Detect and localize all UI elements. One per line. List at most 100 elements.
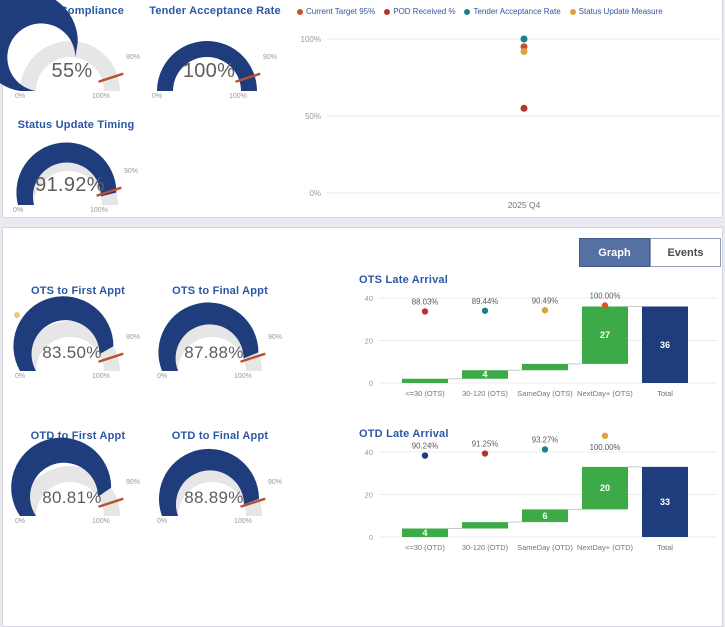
waterfall-plot-area: OTS Late Arrival02040<=30 (OTS)430-120 (… [353,270,723,416]
gauge-value: 91.92% [14,174,126,197]
y-axis-tick: 20 [365,337,373,346]
x-axis-category: <=30 (OTD) [405,543,446,552]
percentage-marker[interactable] [422,308,428,314]
gauge-pod-compliance[interactable]: POD Compliance 55% 0% 100% 90% [8,3,148,111]
gauge-ots-to-first-appt[interactable]: OTS to First Appt 83.50% 0% 100% 90% [8,283,148,391]
late-arrival-card: Graph Events OTS to First Appt 83.50% 0%… [2,227,723,627]
percentage-marker[interactable] [482,450,488,456]
x-axis-category: NextDay+ (OTS) [577,389,633,398]
gauge-max-label: 100% [234,373,252,380]
bar-value-label: 4 [422,528,427,538]
scatter-point[interactable] [521,105,528,112]
gauge-max-label: 100% [229,93,247,100]
chart-title: OTS Late Arrival [359,274,448,286]
chart-title: OTD Late Arrival [359,428,449,440]
gauge-otd-to-final-appt[interactable]: OTD to Final Appt 88.89% 0% 100% 90% [150,428,290,536]
legend-item[interactable]: POD Received % [384,7,455,16]
legend-label: Current Target 95% [306,7,375,16]
waterfall-bar[interactable] [402,379,448,383]
gauge-max-label: 100% [92,93,110,100]
y-axis-tick: 0 [369,379,373,388]
scatter-plot-area: 0%50%100%2025 Q4 [291,17,725,213]
y-axis-tick: 20 [365,491,373,500]
percentage-marker[interactable] [422,452,428,458]
percentage-label: 91.25% [472,440,499,449]
percentage-marker[interactable] [542,446,548,452]
gauge-target-label: 90% [126,479,140,486]
percentage-label: 100.00% [590,443,621,452]
gauge-min-label: 0% [157,373,167,380]
gauge-title: OTS to Final Appt [140,285,300,297]
gauge-target-label: 90% [263,54,277,61]
gauge-status-update-timing[interactable]: Status Update Timing 91.92% 0% 100% 90% [6,117,146,225]
legend-label: POD Received % [393,7,455,16]
y-axis-tick: 40 [365,294,373,303]
bar-value-label: 27 [600,330,610,340]
y-axis-tick: 100% [301,35,321,44]
scatter-point[interactable] [521,48,528,55]
gauge-min-label: 0% [15,373,25,380]
kpi-trend-scatter-chart[interactable]: Current Target 95% POD Received % Tender A… [291,3,725,215]
view-tabs: Graph Events [579,238,721,267]
legend-label: Status Update Measure [579,7,663,16]
legend-item[interactable]: Status Update Measure [570,7,663,16]
gauge-max-label: 100% [90,207,108,214]
percentage-label: 93.27% [532,435,559,444]
bar-value-label: 36 [660,340,670,350]
legend-item[interactable]: Tender Acceptance Rate [464,7,560,16]
waterfall-bar[interactable] [522,364,568,370]
bar-value-label: 6 [542,511,547,521]
chart-legend: Current Target 95% POD Received % Tender A… [297,7,663,16]
gauge-ots-to-final-appt[interactable]: OTS to Final Appt 87.88% 0% 100% 90% [150,283,290,391]
legend-dot-icon [297,9,303,15]
percentage-label: 90.49% [532,296,559,305]
legend-dot-icon [384,9,390,15]
percentage-marker[interactable] [482,308,488,314]
gauge-max-label: 100% [234,518,252,525]
gauge-target-label: 90% [126,334,140,341]
waterfall-bar[interactable] [462,522,508,528]
y-axis-tick: 40 [365,448,373,457]
percentage-label: 100.00% [590,292,621,301]
x-axis-category: SameDay (OTD) [517,543,573,552]
gauge-title: OTS to First Appt [0,285,158,297]
gauge-target-label: 90% [126,54,140,61]
gauge-title: OTD to First Appt [0,430,158,442]
x-axis-category: 30-120 (OTD) [462,543,509,552]
percentage-marker[interactable] [542,307,548,313]
y-axis-tick: 0% [309,189,321,198]
gauge-otd-to-first-appt[interactable]: OTD to First Appt 80.81% 0% 100% 90% [8,428,148,536]
gauge-value: 83.50% [16,343,128,363]
x-axis-category: NextDay+ (OTD) [577,543,634,552]
gauge-value: 87.88% [158,343,270,363]
percentage-marker[interactable] [602,433,608,439]
gauge-tender-acceptance-rate[interactable]: Tender Acceptance Rate 100% 0% 100% 90% [145,3,285,111]
percentage-marker[interactable] [602,302,608,308]
legend-label: Tender Acceptance Rate [473,7,560,16]
gauge-min-label: 0% [13,207,23,214]
gauge-title: OTD to Final Appt [140,430,300,442]
legend-dot-icon [570,9,576,15]
gauge-value: 80.81% [16,488,128,508]
otd-late-arrival-chart[interactable]: OTD Late Arrival 0 20 40 4 <=30 (OTD) 30-120 (… [353,424,723,570]
bar-value-label: 4 [482,370,487,380]
gauge-min-label: 0% [157,518,167,525]
waterfall-plot-area: OTD Late Arrival 0 20 40 4 <=30 (OTD) 30-120 (… [353,424,723,570]
gauge-target-label: 90% [124,168,138,175]
kpi-summary-card: POD Compliance 55% 0% 100% 90% Tender Ac… [2,0,723,218]
gauge-value: 55% [16,60,128,83]
x-axis-category: 30-120 (OTS) [462,389,508,398]
x-axis-category: SameDay (OTS) [517,389,573,398]
gauge-min-label: 0% [152,93,162,100]
legend-item[interactable]: Current Target 95% [297,7,375,16]
gauge-max-label: 100% [92,373,110,380]
ots-late-arrival-chart[interactable]: OTS Late Arrival02040<=30 (OTS)430-120 (… [353,270,723,416]
y-axis-tick: 0 [369,533,373,542]
tab-graph[interactable]: Graph [579,238,650,267]
gauge-min-label: 0% [15,518,25,525]
dashboard-page: { "theme": { "navy": "#1f3d7c", "green":… [0,0,725,561]
tab-events[interactable]: Events [650,238,721,267]
x-axis-category: Total [657,543,673,552]
scatter-point[interactable] [521,36,528,43]
bar-value-label: 20 [600,483,610,493]
